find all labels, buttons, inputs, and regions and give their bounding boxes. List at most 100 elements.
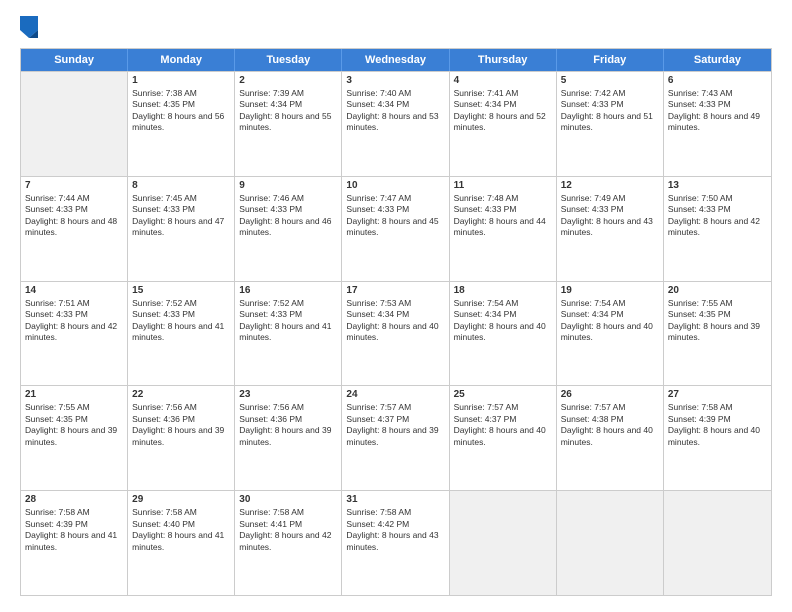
week-row-1: 1 Sunrise: 7:38 AMSunset: 4:35 PMDaylight… bbox=[21, 71, 771, 176]
day-number: 4 bbox=[454, 75, 552, 86]
day-number: 29 bbox=[132, 494, 230, 505]
cal-cell: 27 Sunrise: 7:58 AMSunset: 4:39 PMDayligh… bbox=[664, 386, 771, 490]
cal-cell: 19 Sunrise: 7:54 AMSunset: 4:34 PMDayligh… bbox=[557, 282, 664, 386]
day-number: 23 bbox=[239, 389, 337, 400]
day-header-friday: Friday bbox=[557, 49, 664, 71]
cell-info: Sunrise: 7:49 AMSunset: 4:33 PMDaylight:… bbox=[561, 193, 659, 239]
cell-info: Sunrise: 7:57 AMSunset: 4:37 PMDaylight:… bbox=[454, 402, 552, 448]
day-number: 1 bbox=[132, 75, 230, 86]
cal-cell: 11 Sunrise: 7:48 AMSunset: 4:33 PMDayligh… bbox=[450, 177, 557, 281]
cal-cell: 25 Sunrise: 7:57 AMSunset: 4:37 PMDayligh… bbox=[450, 386, 557, 490]
day-number: 3 bbox=[346, 75, 444, 86]
cell-info: Sunrise: 7:39 AMSunset: 4:34 PMDaylight:… bbox=[239, 88, 337, 134]
header bbox=[20, 16, 772, 38]
logo bbox=[20, 16, 42, 38]
day-header-thursday: Thursday bbox=[450, 49, 557, 71]
week-row-5: 28Sunrise: 7:58 AMSunset: 4:39 PMDayligh… bbox=[21, 490, 771, 595]
cal-cell: 17 Sunrise: 7:53 AMSunset: 4:34 PMDayligh… bbox=[342, 282, 449, 386]
day-number: 17 bbox=[346, 285, 444, 296]
cal-cell: 28Sunrise: 7:58 AMSunset: 4:39 PMDayligh… bbox=[21, 491, 128, 595]
day-number: 18 bbox=[454, 285, 552, 296]
day-number: 12 bbox=[561, 180, 659, 191]
cal-cell: 24 Sunrise: 7:57 AMSunset: 4:37 PMDayligh… bbox=[342, 386, 449, 490]
cell-info: Sunrise: 7:58 AMSunset: 4:41 PMDaylight:… bbox=[239, 507, 337, 553]
day-number: 27 bbox=[668, 389, 767, 400]
cal-cell: 29 Sunrise: 7:58 AMSunset: 4:40 PMDayligh… bbox=[128, 491, 235, 595]
day-number: 10 bbox=[346, 180, 444, 191]
cal-cell: 14Sunrise: 7:51 AMSunset: 4:33 PMDayligh… bbox=[21, 282, 128, 386]
day-number: 26 bbox=[561, 389, 659, 400]
cal-cell: 30 Sunrise: 7:58 AMSunset: 4:41 PMDayligh… bbox=[235, 491, 342, 595]
cell-info: Sunrise: 7:44 AMSunset: 4:33 PMDaylight:… bbox=[25, 193, 123, 239]
cell-info: Sunrise: 7:41 AMSunset: 4:34 PMDaylight:… bbox=[454, 88, 552, 134]
calendar-body: 1 Sunrise: 7:38 AMSunset: 4:35 PMDaylight… bbox=[21, 71, 771, 595]
cal-cell: 31 Sunrise: 7:58 AMSunset: 4:42 PMDayligh… bbox=[342, 491, 449, 595]
cal-cell: 18 Sunrise: 7:54 AMSunset: 4:34 PMDayligh… bbox=[450, 282, 557, 386]
day-number: 24 bbox=[346, 389, 444, 400]
day-number: 22 bbox=[132, 389, 230, 400]
cell-info: Sunrise: 7:58 AMSunset: 4:42 PMDaylight:… bbox=[346, 507, 444, 553]
cal-cell: 12 Sunrise: 7:49 AMSunset: 4:33 PMDayligh… bbox=[557, 177, 664, 281]
cal-cell bbox=[557, 491, 664, 595]
cell-info: Sunrise: 7:58 AMSunset: 4:39 PMDaylight:… bbox=[668, 402, 767, 448]
cal-cell: 16 Sunrise: 7:52 AMSunset: 4:33 PMDayligh… bbox=[235, 282, 342, 386]
cell-info: Sunrise: 7:46 AMSunset: 4:33 PMDaylight:… bbox=[239, 193, 337, 239]
cell-info: Sunrise: 7:52 AMSunset: 4:33 PMDaylight:… bbox=[239, 298, 337, 344]
cal-cell: 7Sunrise: 7:44 AMSunset: 4:33 PMDaylight… bbox=[21, 177, 128, 281]
cell-info: Sunrise: 7:52 AMSunset: 4:33 PMDaylight:… bbox=[132, 298, 230, 344]
day-number: 11 bbox=[454, 180, 552, 191]
cell-info: Sunrise: 7:54 AMSunset: 4:34 PMDaylight:… bbox=[561, 298, 659, 344]
cal-cell bbox=[664, 491, 771, 595]
cell-info: Sunrise: 7:56 AMSunset: 4:36 PMDaylight:… bbox=[132, 402, 230, 448]
day-number: 21 bbox=[25, 389, 123, 400]
cal-cell: 13Sunrise: 7:50 AMSunset: 4:33 PMDayligh… bbox=[664, 177, 771, 281]
cell-info: Sunrise: 7:58 AMSunset: 4:40 PMDaylight:… bbox=[132, 507, 230, 553]
cal-cell bbox=[450, 491, 557, 595]
calendar-header: SundayMondayTuesdayWednesdayThursdayFrid… bbox=[21, 49, 771, 71]
cal-cell: 10 Sunrise: 7:47 AMSunset: 4:33 PMDayligh… bbox=[342, 177, 449, 281]
cell-info: Sunrise: 7:54 AMSunset: 4:34 PMDaylight:… bbox=[454, 298, 552, 344]
cal-cell: 6 Sunrise: 7:43 AMSunset: 4:33 PMDaylight… bbox=[664, 72, 771, 176]
week-row-4: 21Sunrise: 7:55 AMSunset: 4:35 PMDayligh… bbox=[21, 385, 771, 490]
cell-info: Sunrise: 7:47 AMSunset: 4:33 PMDaylight:… bbox=[346, 193, 444, 239]
day-number: 15 bbox=[132, 285, 230, 296]
cell-info: Sunrise: 7:50 AMSunset: 4:33 PMDaylight:… bbox=[668, 193, 767, 239]
cell-info: Sunrise: 7:57 AMSunset: 4:37 PMDaylight:… bbox=[346, 402, 444, 448]
cal-cell: 8Sunrise: 7:45 AMSunset: 4:33 PMDaylight… bbox=[128, 177, 235, 281]
day-header-tuesday: Tuesday bbox=[235, 49, 342, 71]
day-number: 25 bbox=[454, 389, 552, 400]
cell-info: Sunrise: 7:48 AMSunset: 4:33 PMDaylight:… bbox=[454, 193, 552, 239]
logo-icon bbox=[20, 16, 38, 38]
cal-cell: 2Sunrise: 7:39 AMSunset: 4:34 PMDaylight… bbox=[235, 72, 342, 176]
day-number: 31 bbox=[346, 494, 444, 505]
cal-cell: 5 Sunrise: 7:42 AMSunset: 4:33 PMDaylight… bbox=[557, 72, 664, 176]
cal-cell: 4 Sunrise: 7:41 AMSunset: 4:34 PMDaylight… bbox=[450, 72, 557, 176]
day-number: 8 bbox=[132, 180, 230, 191]
cell-info: Sunrise: 7:42 AMSunset: 4:33 PMDaylight:… bbox=[561, 88, 659, 134]
cell-info: Sunrise: 7:51 AMSunset: 4:33 PMDaylight:… bbox=[25, 298, 123, 344]
day-number: 30 bbox=[239, 494, 337, 505]
day-number: 16 bbox=[239, 285, 337, 296]
calendar: SundayMondayTuesdayWednesdayThursdayFrid… bbox=[20, 48, 772, 596]
cal-cell: 26 Sunrise: 7:57 AMSunset: 4:38 PMDayligh… bbox=[557, 386, 664, 490]
cell-info: Sunrise: 7:55 AMSunset: 4:35 PMDaylight:… bbox=[668, 298, 767, 344]
cell-info: Sunrise: 7:58 AMSunset: 4:39 PMDaylight:… bbox=[25, 507, 123, 553]
cell-info: Sunrise: 7:40 AMSunset: 4:34 PMDaylight:… bbox=[346, 88, 444, 134]
cal-cell: 20Sunrise: 7:55 AMSunset: 4:35 PMDayligh… bbox=[664, 282, 771, 386]
cell-info: Sunrise: 7:56 AMSunset: 4:36 PMDaylight:… bbox=[239, 402, 337, 448]
day-number: 5 bbox=[561, 75, 659, 86]
day-number: 6 bbox=[668, 75, 767, 86]
day-header-monday: Monday bbox=[128, 49, 235, 71]
week-row-2: 7Sunrise: 7:44 AMSunset: 4:33 PMDaylight… bbox=[21, 176, 771, 281]
cell-info: Sunrise: 7:53 AMSunset: 4:34 PMDaylight:… bbox=[346, 298, 444, 344]
cal-cell: 3 Sunrise: 7:40 AMSunset: 4:34 PMDaylight… bbox=[342, 72, 449, 176]
cal-cell: 1 Sunrise: 7:38 AMSunset: 4:35 PMDaylight… bbox=[128, 72, 235, 176]
cal-cell: 21Sunrise: 7:55 AMSunset: 4:35 PMDayligh… bbox=[21, 386, 128, 490]
week-row-3: 14Sunrise: 7:51 AMSunset: 4:33 PMDayligh… bbox=[21, 281, 771, 386]
cell-info: Sunrise: 7:38 AMSunset: 4:35 PMDaylight:… bbox=[132, 88, 230, 134]
day-number: 19 bbox=[561, 285, 659, 296]
cell-info: Sunrise: 7:43 AMSunset: 4:33 PMDaylight:… bbox=[668, 88, 767, 134]
cal-cell: 9Sunrise: 7:46 AMSunset: 4:33 PMDaylight… bbox=[235, 177, 342, 281]
cal-cell bbox=[21, 72, 128, 176]
cell-info: Sunrise: 7:57 AMSunset: 4:38 PMDaylight:… bbox=[561, 402, 659, 448]
